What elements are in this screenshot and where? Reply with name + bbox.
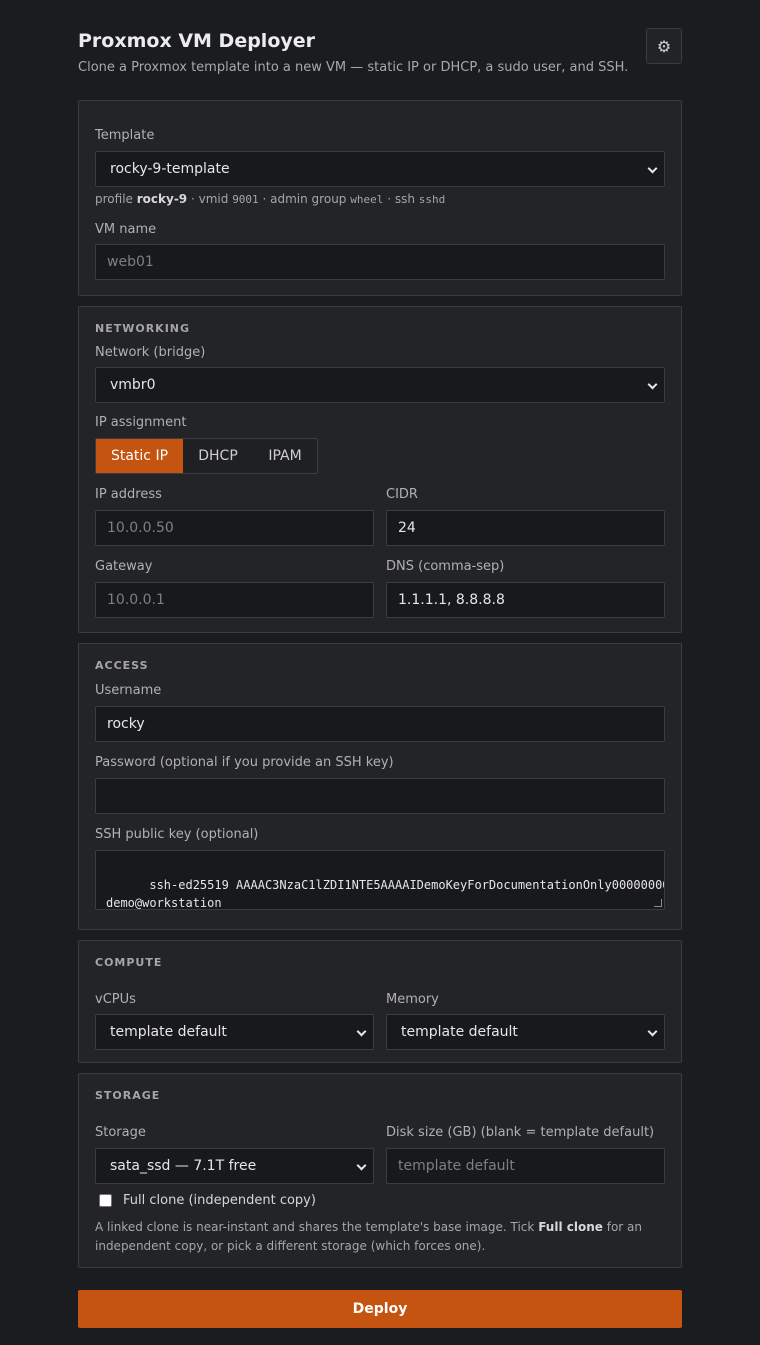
template-select[interactable]: rocky-9-template bbox=[95, 151, 665, 187]
storage-label: Storage bbox=[95, 1125, 146, 1140]
storage-card: STORAGE Storage sata_ssd — 7.1T free Dis… bbox=[78, 1073, 682, 1268]
bridge-label: Network (bridge) bbox=[95, 345, 206, 360]
username-input[interactable]: rocky bbox=[95, 706, 665, 742]
ip-address-input[interactable]: 10.0.0.50 bbox=[95, 510, 374, 546]
vmid-value: 9001 bbox=[232, 193, 259, 206]
compute-card: COMPUTE vCPUs template default Memory te… bbox=[78, 940, 682, 1063]
storage-select-value: sata_ssd — 7.1T free bbox=[110, 1158, 257, 1174]
gateway-placeholder: 10.0.0.1 bbox=[107, 592, 165, 608]
template-label: Template bbox=[95, 128, 155, 143]
full-clone-label: Full clone (independent copy) bbox=[123, 1193, 316, 1208]
page-subtitle: Clone a Proxmox template into a new VM —… bbox=[78, 60, 629, 75]
ssh-key-label: SSH public key (optional) bbox=[95, 827, 259, 842]
bridge-select[interactable]: vmbr0 bbox=[95, 367, 665, 403]
template-select-value: rocky-9-template bbox=[110, 161, 230, 177]
cidr-value: 24 bbox=[398, 520, 416, 536]
settings-button[interactable]: ⚙ bbox=[646, 28, 682, 64]
profile-name: rocky-9 bbox=[136, 192, 188, 206]
username-label: Username bbox=[95, 683, 162, 698]
ip-assignment-toggle: Static IP DHCP IPAM bbox=[95, 438, 318, 474]
memory-select[interactable]: template default bbox=[386, 1014, 665, 1050]
ssh-key-textarea[interactable]: ssh-ed25519 AAAAC3NzaC1lZDI1NTE5AAAAIDem… bbox=[95, 850, 665, 910]
vm-name-input[interactable]: web01 bbox=[95, 244, 665, 280]
vcpus-select-value: template default bbox=[110, 1024, 227, 1040]
ssh-service-value: sshd bbox=[418, 193, 446, 206]
disk-size-label: Disk size (GB) (blank = template default… bbox=[386, 1125, 655, 1140]
vm-name-placeholder: web01 bbox=[107, 254, 154, 270]
cidr-label: CIDR bbox=[386, 487, 418, 502]
deploy-button[interactable]: Deploy bbox=[78, 1290, 682, 1328]
memory-label: Memory bbox=[386, 992, 439, 1007]
header: Proxmox VM Deployer Clone a Proxmox temp… bbox=[78, 28, 682, 80]
bridge-select-value: vmbr0 bbox=[110, 377, 156, 393]
memory-select-value: template default bbox=[401, 1024, 518, 1040]
full-clone-emphasis: Full clone bbox=[538, 1220, 603, 1234]
ip-address-placeholder: 10.0.0.50 bbox=[107, 520, 174, 536]
gateway-label: Gateway bbox=[95, 559, 153, 574]
gateway-input[interactable]: 10.0.0.1 bbox=[95, 582, 374, 618]
password-label: Password (optional if you provide an SSH… bbox=[95, 755, 394, 770]
storage-note: A linked clone is near-instant and share… bbox=[95, 1220, 642, 1253]
storage-select[interactable]: sata_ssd — 7.1T free bbox=[95, 1148, 374, 1184]
admin-group-value: wheel bbox=[350, 193, 384, 206]
gear-icon: ⚙ bbox=[656, 36, 672, 56]
template-card: Template rocky-9-template profile rocky-… bbox=[78, 100, 682, 296]
ip-mode-static[interactable]: Static IP bbox=[96, 439, 183, 473]
page: Proxmox VM Deployer Clone a Proxmox temp… bbox=[0, 0, 760, 1345]
disk-size-input[interactable]: template default bbox=[386, 1148, 665, 1184]
ip-address-label: IP address bbox=[95, 487, 162, 502]
ip-mode-ipam[interactable]: IPAM bbox=[253, 439, 317, 473]
storage-heading: STORAGE bbox=[95, 1089, 161, 1102]
access-heading: ACCESS bbox=[95, 659, 149, 672]
ip-assignment-label: IP assignment bbox=[95, 415, 187, 430]
access-card: ACCESS Username rocky Password (optional… bbox=[78, 643, 682, 930]
dns-label: DNS (comma-sep) bbox=[386, 559, 505, 574]
networking-heading: NETWORKING bbox=[95, 322, 191, 335]
compute-heading: COMPUTE bbox=[95, 956, 163, 969]
cidr-input[interactable]: 24 bbox=[386, 510, 665, 546]
dns-input[interactable]: 1.1.1.1, 8.8.8.8 bbox=[386, 582, 665, 618]
page-title: Proxmox VM Deployer bbox=[78, 30, 316, 52]
networking-card: NETWORKING Network (bridge) vmbr0 IP ass… bbox=[78, 306, 682, 633]
password-input[interactable] bbox=[95, 778, 665, 814]
resize-handle-icon[interactable] bbox=[654, 899, 662, 907]
full-clone-checkbox[interactable] bbox=[99, 1194, 112, 1207]
vm-name-label: VM name bbox=[95, 222, 157, 237]
vcpus-select[interactable]: template default bbox=[95, 1014, 374, 1050]
disk-size-placeholder: template default bbox=[398, 1158, 515, 1174]
username-value: rocky bbox=[107, 716, 145, 732]
vcpus-label: vCPUs bbox=[95, 992, 136, 1007]
template-profile-hint: profile rocky-9 · vmid 9001 · admin grou… bbox=[95, 192, 446, 206]
dns-value: 1.1.1.1, 8.8.8.8 bbox=[398, 592, 505, 608]
ssh-key-value: ssh-ed25519 AAAAC3NzaC1lZDI1NTE5AAAAIDem… bbox=[106, 878, 665, 910]
ip-mode-dhcp[interactable]: DHCP bbox=[183, 439, 253, 473]
